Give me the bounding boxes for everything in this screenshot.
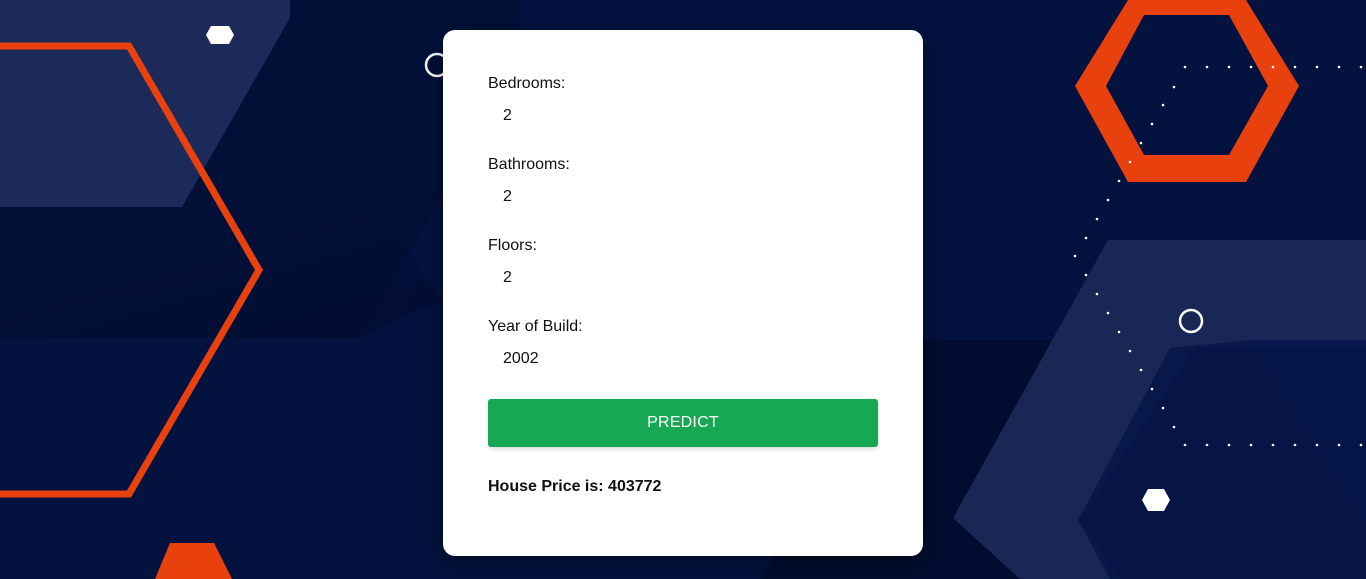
bedrooms-label: Bedrooms: <box>488 75 566 92</box>
small-white-hexagon <box>206 26 234 44</box>
bedrooms-input[interactable] <box>488 101 878 131</box>
year-of-build-input[interactable] <box>488 344 878 374</box>
bathrooms-input[interactable] <box>488 182 878 212</box>
year-of-build-label: Year of Build: <box>488 318 583 335</box>
predict-button[interactable]: PREDICT <box>488 399 878 447</box>
bathrooms-label: Bathrooms: <box>488 156 570 173</box>
house-price-result: House Price is: 403772 <box>488 478 662 495</box>
floors-input[interactable] <box>488 263 878 293</box>
floors-label: Floors: <box>488 237 537 254</box>
prediction-form-card: Bedrooms: Bathrooms: Floors: Year of Bui… <box>443 30 923 556</box>
